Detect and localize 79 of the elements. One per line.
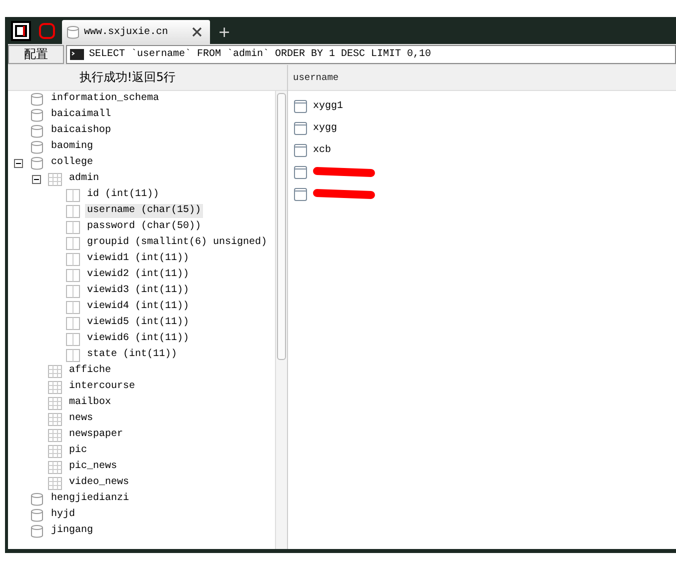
tree-item[interactable]: id (int(11)) — [85, 188, 162, 202]
query-field[interactable]: SELECT `username` FROM `admin` ORDER BY 1 DESC LIMIT 0,10 — [66, 45, 676, 64]
tree-item[interactable]: viewid3 (int(11)) — [85, 284, 192, 298]
table-icon — [48, 172, 62, 186]
database-icon — [66, 25, 80, 39]
row-icon — [294, 188, 307, 200]
window-icon[interactable] — [10, 20, 32, 42]
terminal-icon — [70, 49, 84, 60]
tree-item[interactable]: groupid (smallint(6) unsigned) — [85, 236, 270, 250]
column-icon — [66, 284, 80, 298]
new-tab-button[interactable]: + — [218, 23, 231, 41]
tree-item[interactable]: username (char(15)) — [85, 204, 204, 218]
record-icon[interactable] — [36, 20, 58, 42]
column-icon — [66, 188, 80, 202]
database-icon — [30, 108, 44, 122]
tree-item[interactable]: admin — [67, 172, 102, 186]
column-icon — [66, 348, 80, 362]
tree-item[interactable]: viewid1 (int(11)) — [85, 252, 192, 266]
database-icon — [30, 492, 44, 506]
row-icon — [294, 122, 307, 134]
tree-item[interactable]: hyjd — [49, 508, 78, 522]
column-icon — [66, 268, 80, 282]
column-icon — [66, 332, 80, 346]
column-header[interactable]: username — [288, 65, 676, 91]
table-icon — [48, 364, 62, 378]
table-icon — [48, 396, 62, 410]
row-icon — [294, 166, 307, 178]
table-cell: xcb — [313, 144, 332, 156]
browser-tab[interactable]: www.sxjuxie.cn — [62, 20, 210, 44]
column-icon — [66, 252, 80, 266]
column-icon — [66, 316, 80, 330]
row-icon — [294, 100, 307, 112]
collapse-toggle-icon[interactable] — [32, 174, 41, 184]
tree-item[interactable]: pic — [67, 444, 90, 458]
tab-title: www.sxjuxie.cn — [84, 26, 168, 38]
database-icon — [30, 508, 44, 522]
tree-item[interactable]: jingang — [49, 524, 96, 538]
tree-item[interactable]: news — [67, 412, 96, 426]
column-icon — [66, 300, 80, 314]
database-icon — [30, 140, 44, 154]
database-icon — [30, 524, 44, 538]
column-icon — [66, 220, 80, 234]
tree-item[interactable]: viewid6 (int(11)) — [85, 332, 192, 346]
table-cell: xygg1 — [313, 100, 344, 112]
row-icon — [294, 144, 307, 156]
tree-item[interactable]: newspaper — [67, 428, 126, 442]
table-icon — [48, 380, 62, 394]
tree-item[interactable]: mailbox — [67, 396, 114, 410]
table-icon — [48, 412, 62, 426]
status-message: 执行成功!返回5行 — [79, 69, 176, 86]
query-text: SELECT `username` FROM `admin` ORDER BY 1 DESC LIMIT 0,10 — [89, 49, 432, 60]
column-icon — [66, 204, 80, 218]
tree-item[interactable]: intercourse — [67, 380, 138, 394]
tree-item[interactable]: hengjiedianzi — [49, 492, 132, 506]
table-icon — [48, 476, 62, 490]
tree-item[interactable]: baicaishop — [49, 124, 114, 138]
table-icon — [48, 460, 62, 474]
tree-item[interactable]: password (char(50)) — [85, 220, 204, 234]
table-icon — [48, 428, 62, 442]
tree-item[interactable]: baicaimall — [49, 108, 114, 122]
tree-item[interactable]: information_schema — [49, 92, 162, 106]
close-icon[interactable] — [192, 27, 202, 37]
table-icon — [48, 444, 62, 458]
column-icon — [66, 236, 80, 250]
tree-item[interactable]: affiche — [67, 364, 114, 378]
tree-item[interactable]: baoming — [49, 140, 96, 154]
tree-item[interactable]: college — [49, 156, 96, 170]
collapse-toggle-icon[interactable] — [14, 158, 23, 168]
tree-item[interactable]: viewid4 (int(11)) — [85, 300, 192, 314]
tree-item[interactable]: viewid2 (int(11)) — [85, 268, 192, 282]
tree-item[interactable]: pic_news — [67, 460, 120, 474]
table-cell: xygg — [313, 122, 338, 134]
database-icon — [30, 156, 44, 170]
tree-item[interactable]: state (int(11)) — [85, 348, 180, 362]
database-icon — [30, 124, 44, 138]
database-icon — [30, 92, 44, 106]
config-button[interactable]: 配置 — [8, 45, 64, 64]
tree-item[interactable]: video_news — [67, 476, 132, 490]
tree-item[interactable]: viewid5 (int(11)) — [85, 316, 192, 330]
